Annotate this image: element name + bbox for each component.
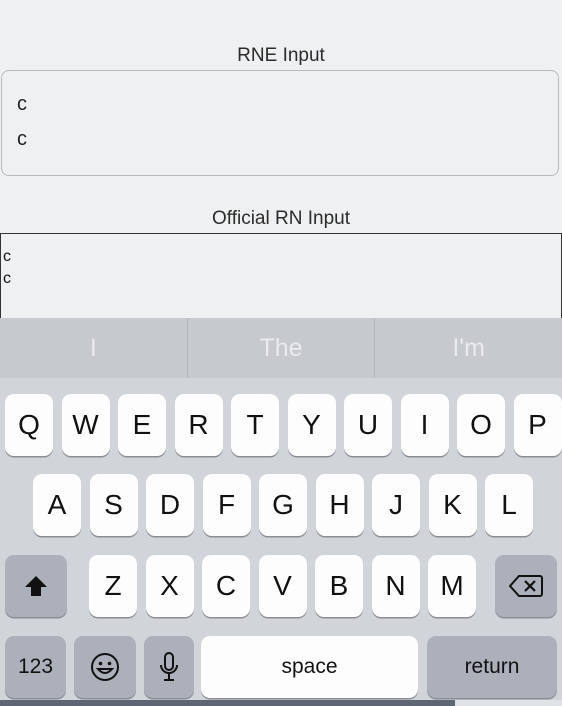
shift-key[interactable] (5, 555, 67, 617)
emoji-icon (91, 653, 119, 681)
key-w[interactable]: W (61, 394, 110, 456)
suggestion-1[interactable]: I (0, 318, 187, 378)
key-y[interactable]: Y (287, 394, 336, 456)
official-rn-input-label: Official RN Input (212, 208, 350, 229)
key-m[interactable]: M (428, 555, 476, 617)
rne-input-field[interactable]: c c (1, 70, 559, 176)
numbers-key[interactable]: 123 (5, 636, 66, 698)
emoji-key[interactable] (74, 636, 136, 698)
suggestion-3[interactable]: I'm (375, 318, 562, 378)
rne-input-label: RNE Input (237, 45, 325, 66)
key-l[interactable]: L (485, 474, 533, 536)
delete-key[interactable] (495, 555, 557, 617)
key-a[interactable]: A (33, 474, 81, 536)
delete-icon (509, 575, 543, 597)
microphone-key[interactable] (144, 636, 194, 698)
official-rn-input-text[interactable]: c c (3, 246, 11, 290)
bottom-strip (455, 700, 562, 706)
key-i[interactable]: I (400, 394, 449, 456)
key-v[interactable]: V (258, 555, 307, 617)
key-k[interactable]: K (428, 474, 477, 536)
key-f[interactable]: F (202, 474, 251, 536)
suggestion-2[interactable]: The (188, 318, 375, 378)
key-s[interactable]: S (89, 474, 138, 536)
microphone-icon (160, 652, 178, 681)
space-key[interactable]: space (201, 636, 418, 698)
key-d[interactable]: D (146, 474, 194, 536)
rne-input-text[interactable]: c c (17, 87, 27, 157)
bottom-strip (0, 700, 455, 706)
key-h[interactable]: H (315, 474, 364, 536)
key-b[interactable]: B (315, 555, 363, 617)
key-n[interactable]: N (371, 555, 420, 617)
key-c[interactable]: C (202, 555, 250, 617)
key-z[interactable]: Z (89, 555, 137, 617)
suggestion-bar: I The I'm (0, 318, 562, 378)
shift-icon (25, 576, 47, 596)
keyboard: I The I'm 123 space return Q W E R T Y U… (0, 318, 562, 706)
key-p[interactable]: P (513, 394, 562, 456)
key-t[interactable]: T (231, 394, 279, 456)
key-j[interactable]: J (372, 474, 420, 536)
key-q[interactable]: Q (5, 394, 53, 456)
key-g[interactable]: G (259, 474, 307, 536)
return-key[interactable]: return (427, 636, 557, 698)
key-o[interactable]: O (457, 394, 505, 456)
key-u[interactable]: U (344, 394, 392, 456)
official-rn-input-field[interactable]: c c (0, 233, 562, 323)
key-r[interactable]: R (174, 394, 223, 456)
key-e[interactable]: E (118, 394, 166, 456)
key-x[interactable]: X (145, 555, 194, 617)
